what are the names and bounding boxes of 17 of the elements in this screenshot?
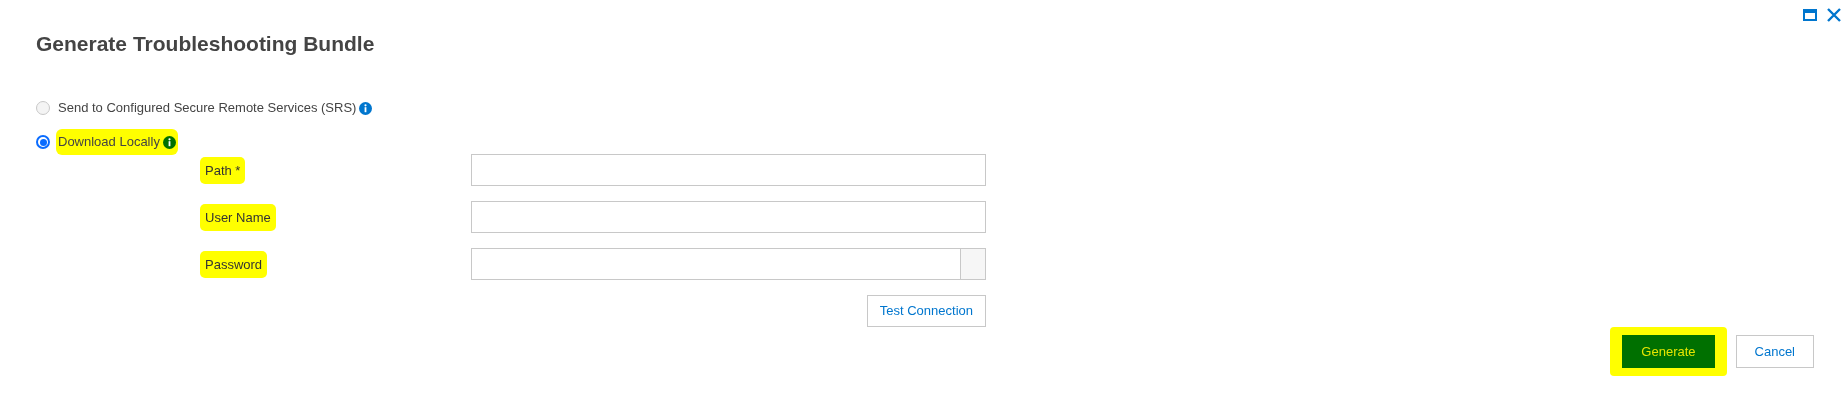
test-connection-button[interactable]: Test Connection	[866, 295, 986, 327]
text-field[interactable]	[471, 154, 986, 186]
radio-button[interactable]	[36, 101, 50, 115]
generate-button[interactable]: Generate	[1622, 335, 1715, 368]
close-icon[interactable]	[1827, 8, 1841, 22]
field-label: Path *	[200, 157, 246, 184]
field-label: User Name	[200, 204, 276, 231]
reveal-toggle[interactable]	[960, 249, 985, 279]
cancel-button[interactable]: Cancel	[1735, 335, 1814, 368]
field-label: Password	[200, 251, 268, 278]
dialog-title: Generate Troubleshooting Bundle	[36, 31, 376, 57]
radio-button[interactable]	[36, 135, 50, 149]
password-field[interactable]	[471, 248, 986, 280]
option-label: Download Locally	[58, 133, 160, 152]
text-field[interactable]	[471, 201, 986, 233]
maximize-icon[interactable]	[1803, 9, 1817, 21]
option-label: Send to Configured Secure Remote Services (SRS)	[58, 99, 357, 118]
